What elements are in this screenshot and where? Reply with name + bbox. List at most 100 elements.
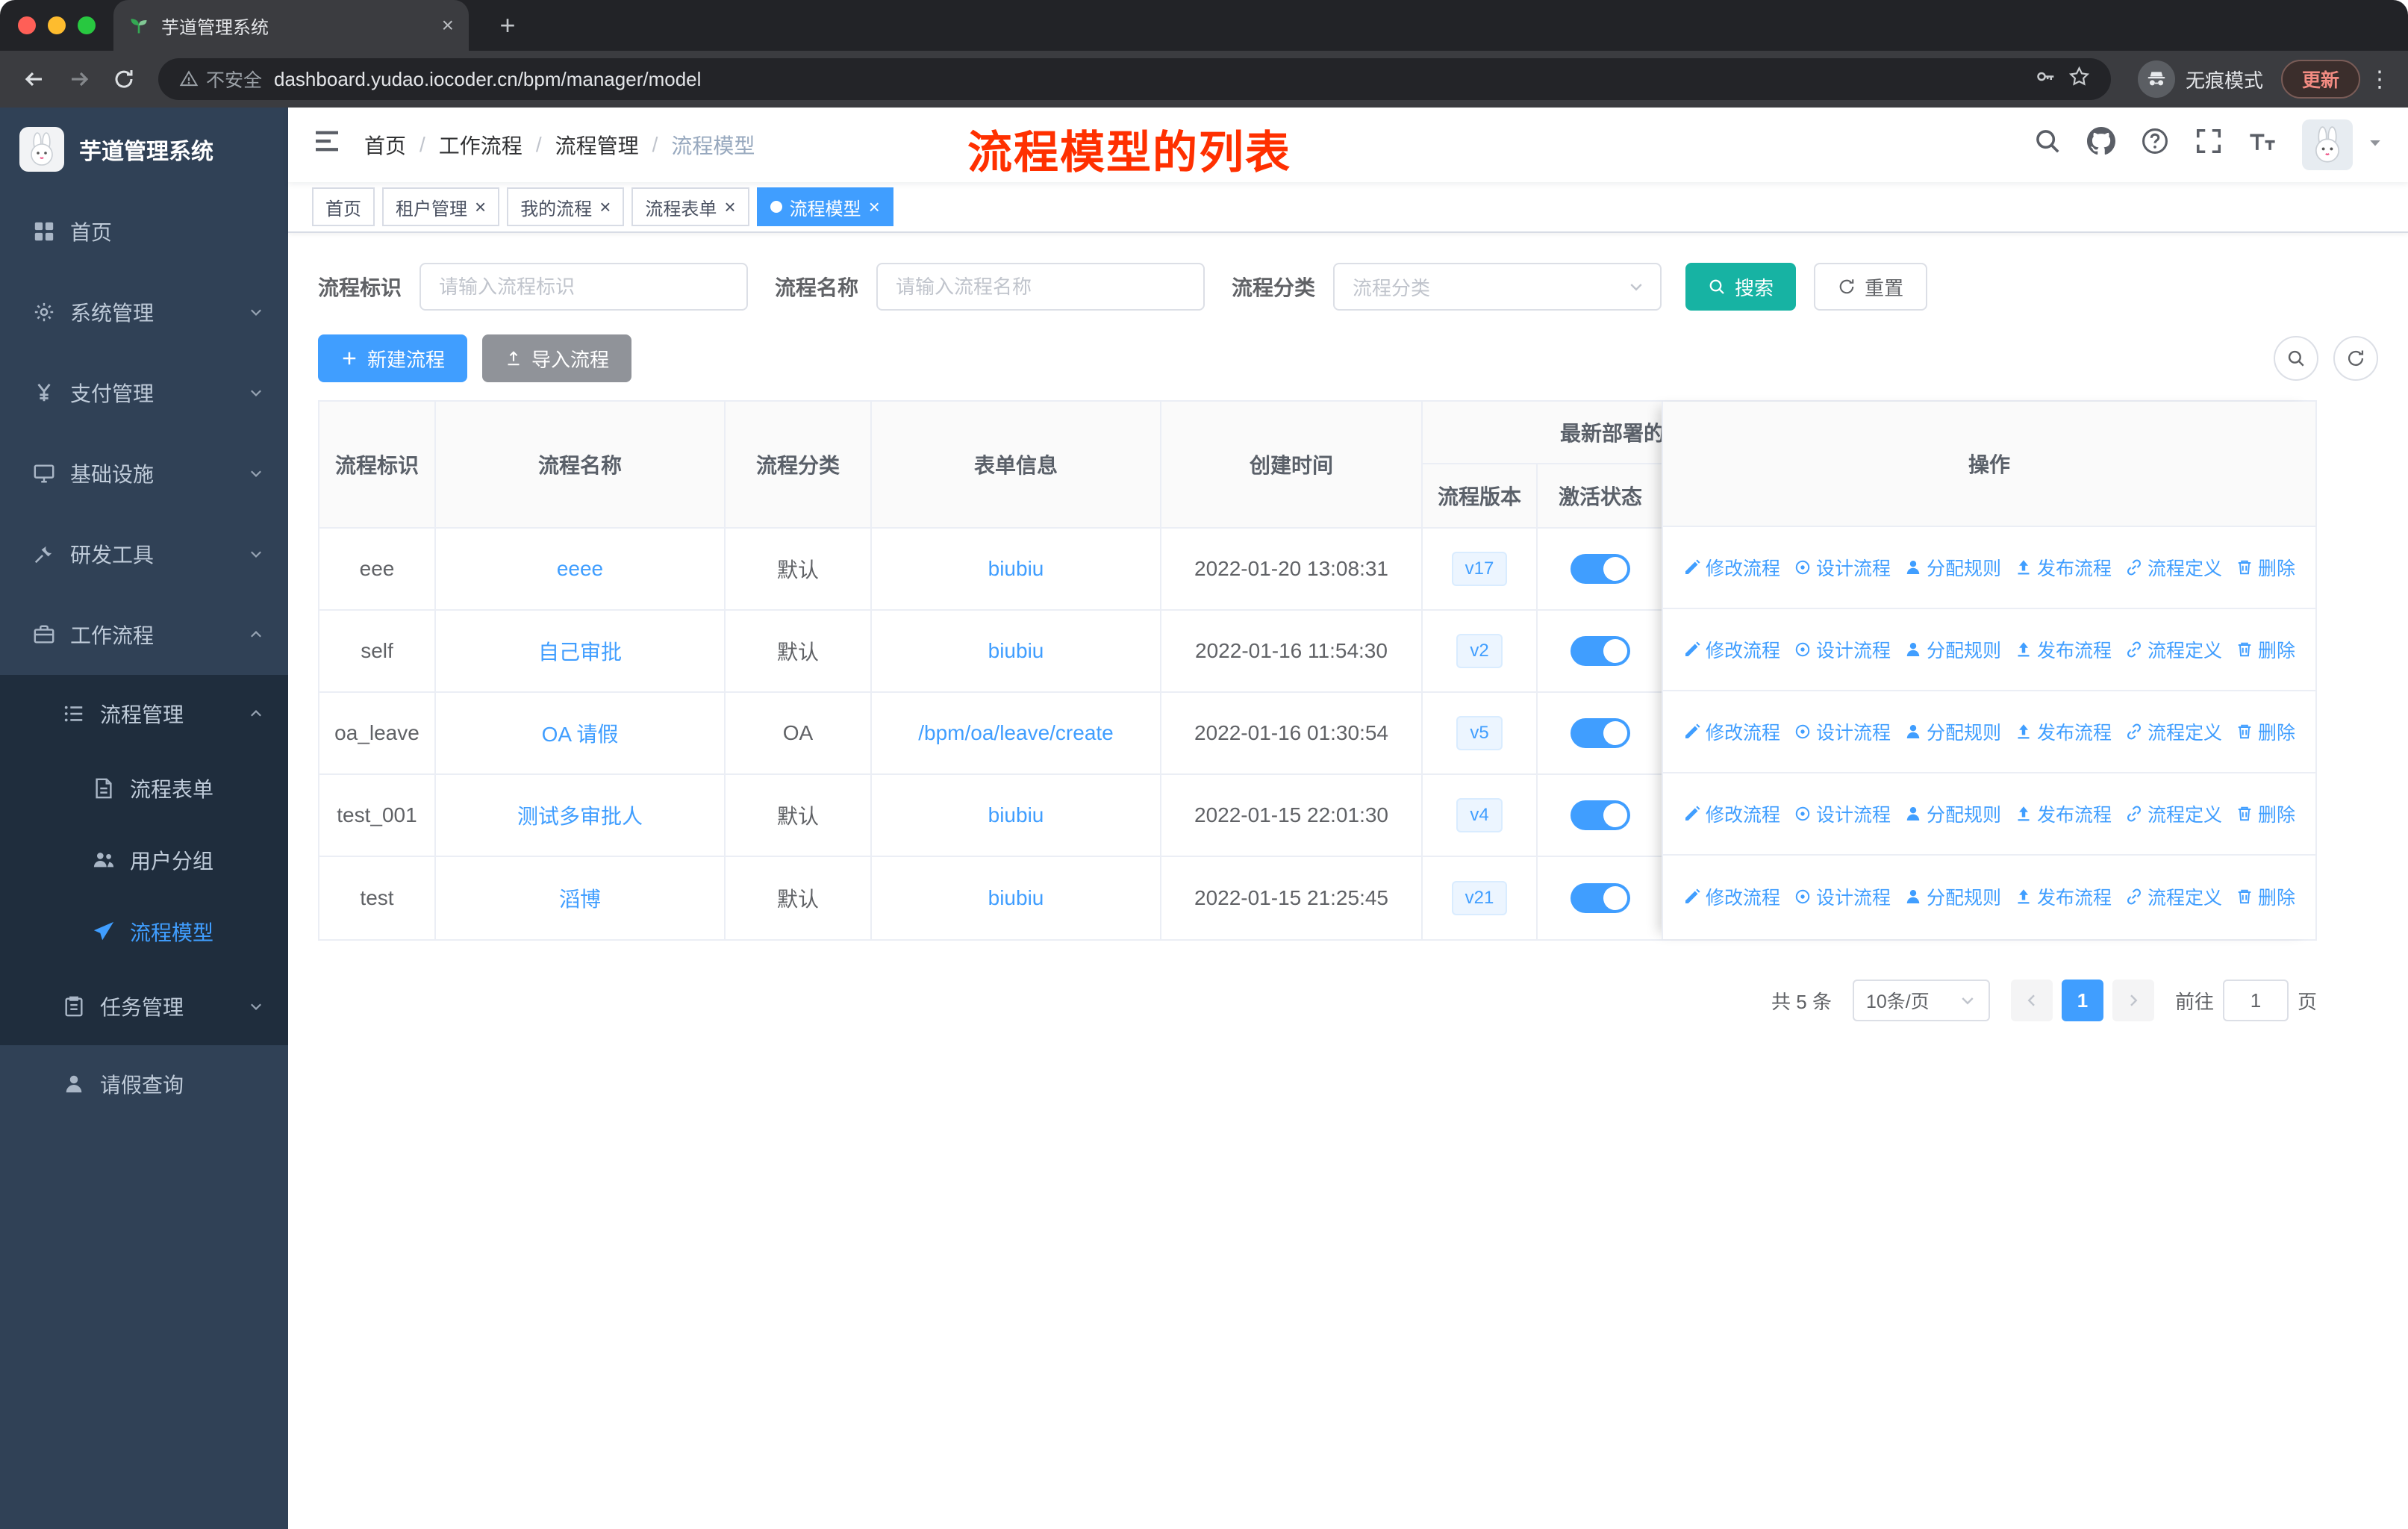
- action-assign-rule[interactable]: 分配规则: [1904, 636, 2001, 663]
- close-window-button[interactable]: [18, 16, 36, 34]
- sidebar-item-process-management[interactable]: 流程管理: [0, 675, 288, 753]
- sidebar-item-infrastructure[interactable]: 基础设施: [0, 433, 288, 514]
- sidebar-item-process-model[interactable]: 流程模型: [0, 896, 288, 968]
- active-toggle[interactable]: [1570, 718, 1630, 748]
- import-process-button[interactable]: 导入流程: [482, 334, 632, 382]
- form-info-link[interactable]: biubiu: [988, 803, 1044, 827]
- action-delete[interactable]: 删除: [2236, 883, 2295, 910]
- avatar[interactable]: [2302, 119, 2353, 170]
- browser-tab[interactable]: 芋道管理系统 ×: [113, 0, 469, 51]
- action-process-definition[interactable]: 流程定义: [2125, 636, 2222, 663]
- reset-button[interactable]: 重置: [1814, 263, 1928, 311]
- sidebar-logo[interactable]: 芋道管理系统: [0, 108, 288, 191]
- action-publish-process[interactable]: 发布流程: [2015, 636, 2112, 663]
- action-publish-process[interactable]: 发布流程: [2015, 800, 2112, 827]
- category-select[interactable]: 流程分类: [1333, 263, 1662, 311]
- action-assign-rule[interactable]: 分配规则: [1904, 800, 2001, 827]
- active-toggle[interactable]: [1570, 800, 1630, 830]
- action-process-definition[interactable]: 流程定义: [2125, 718, 2222, 745]
- sidebar-item-devtools[interactable]: 研发工具: [0, 514, 288, 594]
- minimize-window-button[interactable]: [48, 16, 66, 34]
- process-name-link[interactable]: eeee: [557, 557, 603, 581]
- tag-process-model[interactable]: 流程模型 ×: [756, 187, 893, 226]
- refresh-table-button[interactable]: [2333, 336, 2378, 381]
- action-publish-process[interactable]: 发布流程: [2015, 883, 2112, 910]
- close-icon[interactable]: ×: [724, 197, 735, 217]
- tab-close-icon[interactable]: ×: [442, 15, 454, 36]
- browser-menu-button[interactable]: ⋮: [2366, 66, 2393, 93]
- chrome-update-button[interactable]: 更新: [2280, 60, 2360, 99]
- tag-home[interactable]: 首页: [312, 187, 375, 226]
- prev-page-button[interactable]: [2010, 980, 2053, 1021]
- sidebar-collapse-button[interactable]: [312, 126, 342, 164]
- action-process-definition[interactable]: 流程定义: [2125, 800, 2222, 827]
- action-design-process[interactable]: 设计流程: [1794, 718, 1891, 745]
- process-name-link[interactable]: 自己审批: [538, 636, 622, 666]
- tag-tenant-management[interactable]: 租户管理 ×: [382, 187, 500, 226]
- form-info-link[interactable]: biubiu: [988, 557, 1044, 581]
- search-button[interactable]: 搜索: [1685, 263, 1797, 311]
- action-edit-process[interactable]: 修改流程: [1683, 718, 1780, 745]
- action-assign-rule[interactable]: 分配规则: [1904, 718, 2001, 745]
- tag-my-process[interactable]: 我的流程 ×: [507, 187, 625, 226]
- action-assign-rule[interactable]: 分配规则: [1904, 554, 2001, 581]
- bookmark-star-button[interactable]: [2068, 66, 2090, 93]
- action-design-process[interactable]: 设计流程: [1794, 636, 1891, 663]
- goto-page-input[interactable]: [2222, 980, 2289, 1021]
- help-button[interactable]: [2141, 127, 2169, 163]
- sidebar-item-process-form[interactable]: 流程表单: [0, 753, 288, 824]
- fullscreen-button[interactable]: [2195, 127, 2223, 163]
- sidebar-item-system[interactable]: 系统管理: [0, 272, 288, 352]
- action-delete[interactable]: 删除: [2236, 636, 2295, 663]
- next-page-button[interactable]: [2112, 980, 2154, 1021]
- sidebar-item-leave-query[interactable]: 请假查询: [0, 1045, 288, 1123]
- header-search-button[interactable]: [2033, 127, 2062, 163]
- url-text[interactable]: dashboard.yudao.iocoder.cn/bpm/manager/m…: [274, 68, 2023, 91]
- breadcrumb-workflow[interactable]: 工作流程: [439, 130, 523, 160]
- action-design-process[interactable]: 设计流程: [1794, 800, 1891, 827]
- page-size-select[interactable]: 10条/页: [1852, 980, 1990, 1021]
- breadcrumb-process-management[interactable]: 流程管理: [555, 130, 639, 160]
- process-name-link[interactable]: OA 请假: [542, 718, 619, 748]
- action-delete[interactable]: 删除: [2236, 718, 2295, 745]
- active-toggle[interactable]: [1570, 883, 1630, 913]
- sidebar-item-workflow[interactable]: 工作流程: [0, 594, 288, 675]
- action-publish-process[interactable]: 发布流程: [2015, 718, 2112, 745]
- close-icon[interactable]: ×: [869, 197, 880, 217]
- toggle-search-button[interactable]: [2274, 336, 2318, 381]
- create-process-button[interactable]: 新建流程: [318, 334, 468, 382]
- form-info-link[interactable]: biubiu: [988, 639, 1044, 663]
- tag-process-form[interactable]: 流程表单 ×: [631, 187, 749, 226]
- forward-button[interactable]: [60, 60, 99, 99]
- action-process-definition[interactable]: 流程定义: [2125, 883, 2222, 910]
- process-name-input[interactable]: [876, 263, 1205, 311]
- close-icon[interactable]: ×: [599, 197, 611, 217]
- action-edit-process[interactable]: 修改流程: [1683, 800, 1780, 827]
- sidebar-item-user-group[interactable]: 用户分组: [0, 824, 288, 896]
- password-key-button[interactable]: [2035, 66, 2056, 93]
- action-design-process[interactable]: 设计流程: [1794, 554, 1891, 581]
- action-assign-rule[interactable]: 分配规则: [1904, 883, 2001, 910]
- back-button[interactable]: [15, 60, 54, 99]
- security-indicator[interactable]: 不安全: [179, 66, 262, 93]
- process-id-input[interactable]: [419, 263, 749, 311]
- active-toggle[interactable]: [1570, 554, 1630, 584]
- avatar-caret-icon[interactable]: [2366, 134, 2384, 157]
- action-edit-process[interactable]: 修改流程: [1683, 554, 1780, 581]
- form-info-link[interactable]: biubiu: [988, 886, 1044, 910]
- action-edit-process[interactable]: 修改流程: [1683, 636, 1780, 663]
- address-bar[interactable]: 不安全 dashboard.yudao.iocoder.cn/bpm/manag…: [158, 58, 2111, 100]
- close-icon[interactable]: ×: [475, 197, 486, 217]
- action-process-definition[interactable]: 流程定义: [2125, 554, 2222, 581]
- form-info-link[interactable]: /bpm/oa/leave/create: [918, 721, 1114, 745]
- sidebar-item-task-management[interactable]: 任务管理: [0, 968, 288, 1045]
- github-button[interactable]: [2087, 127, 2115, 163]
- new-tab-button[interactable]: +: [490, 7, 525, 43]
- action-delete[interactable]: 删除: [2236, 554, 2295, 581]
- action-publish-process[interactable]: 发布流程: [2015, 554, 2112, 581]
- breadcrumb-home[interactable]: 首页: [364, 130, 406, 160]
- page-number-1[interactable]: 1: [2061, 980, 2103, 1021]
- process-name-link[interactable]: 滔博: [559, 883, 601, 913]
- action-delete[interactable]: 删除: [2236, 800, 2295, 827]
- process-name-link[interactable]: 测试多审批人: [517, 800, 643, 830]
